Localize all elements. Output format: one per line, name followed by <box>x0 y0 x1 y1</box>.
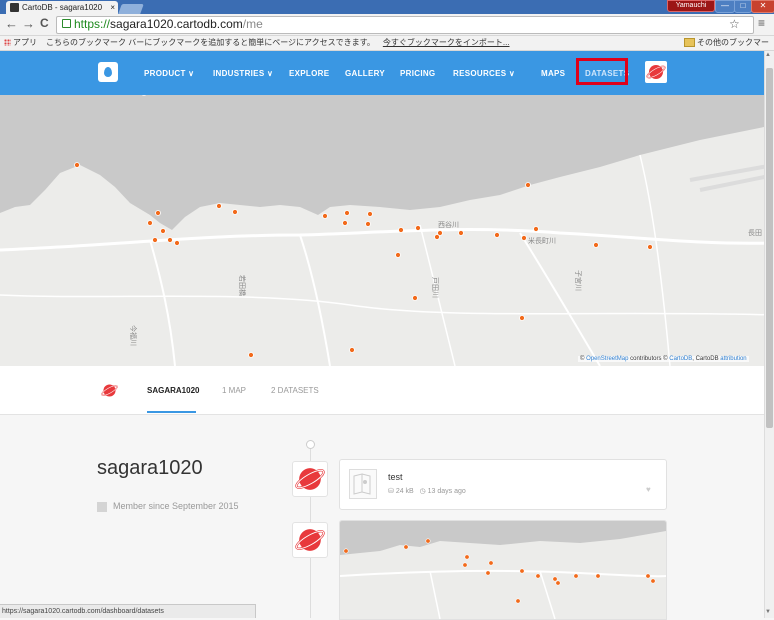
osm-link[interactable]: OpenStreetMap <box>586 356 628 362</box>
tab-maps[interactable]: 1 MAP <box>222 386 246 395</box>
cartodb-favicon-icon <box>10 3 19 13</box>
database-icon: ⛁ <box>388 488 394 495</box>
profile-badge[interactable]: Yamauchi <box>667 0 715 12</box>
dataset-updated: 13 days ago <box>427 488 466 495</box>
scroll-down-icon[interactable]: ▼ <box>765 609 771 615</box>
lock-icon <box>62 19 71 28</box>
planet-avatar-icon <box>101 384 118 397</box>
svg-text:米長町川: 米長町川 <box>528 236 556 245</box>
nav-gallery[interactable]: GALLERY <box>345 69 385 78</box>
new-tab-button[interactable] <box>118 4 144 14</box>
dataset-card[interactable] <box>339 459 667 510</box>
clock-icon: ◷ <box>419 488 426 495</box>
apps-label: アプリ <box>13 38 37 47</box>
scroll-up-icon[interactable]: ▲ <box>765 52 771 58</box>
scrollbar-thumb[interactable] <box>766 68 773 428</box>
planet-avatar-icon <box>295 468 325 490</box>
status-bar: https://sagara1020.cartodb.com/dashboard… <box>0 604 256 618</box>
attr-end: , CartoDB <box>692 356 721 362</box>
dataset-thumbnail <box>349 469 377 499</box>
browser-tab[interactable]: CartoDB - sagara1020 × <box>6 1 118 14</box>
cartodb-logo[interactable] <box>98 62 118 82</box>
attr-mid: contributors © <box>628 356 670 362</box>
tab-close-icon[interactable]: × <box>110 1 115 14</box>
folder-icon <box>684 38 695 48</box>
bookmarks-message: こちらのブックマーク バーにブックマークを追加すると簡単にページにアクセスできま… <box>46 36 510 50</box>
dataset-meta: ⛁ 24 kB ◷ 13 days ago <box>388 487 466 495</box>
user-avatar[interactable] <box>645 61 667 83</box>
tab-title: CartoDB - sagara1020 <box>22 3 103 12</box>
nav-product[interactable]: PRODUCT ∨ <box>144 69 194 78</box>
like-heart-icon[interactable]: ♥ <box>646 485 651 494</box>
maximize-button[interactable]: □ <box>734 0 752 13</box>
feed-avatar <box>292 461 328 497</box>
nav-industries[interactable]: INDUSTRIES ∨ <box>213 69 273 78</box>
nav-resources[interactable]: RESOURCES ∨ <box>453 69 515 78</box>
map-attribution: © OpenStreetMap contributors © CartoDB, … <box>578 356 749 362</box>
attribution-link[interactable]: attribution <box>720 356 746 362</box>
minimize-button[interactable]: — <box>715 0 735 13</box>
profile-avatar <box>100 381 119 400</box>
svg-text:若田橋: 若田橋 <box>238 275 247 296</box>
reload-icon[interactable]: C <box>40 16 49 30</box>
calendar-icon <box>97 501 107 512</box>
url-path: /me <box>242 17 263 31</box>
import-bookmarks-link[interactable]: 今すぐブックマークをインポート... <box>383 38 510 47</box>
svg-text:戸田川: 戸田川 <box>431 277 439 298</box>
dataset-size: 24 kB <box>395 488 414 495</box>
apps-shortcut[interactable]: アプリ <box>4 36 37 50</box>
cartodb-drop-icon <box>104 67 112 77</box>
planet-avatar-icon <box>295 529 325 551</box>
tab-user[interactable]: SAGARA1020 <box>147 386 199 395</box>
map-card[interactable] <box>339 520 667 620</box>
tab-datasets[interactable]: 2 DATASETS <box>271 386 319 395</box>
nav-maps[interactable]: MAPS <box>541 69 565 78</box>
url-scheme: https:// <box>74 17 111 31</box>
cartodb-link[interactable]: CartoDB <box>669 356 692 362</box>
map-thumbnail-icon <box>353 473 371 495</box>
apps-grid-icon <box>4 39 11 47</box>
planet-avatar-icon <box>646 65 666 79</box>
dataset-name[interactable]: test <box>388 472 403 482</box>
nav-explore[interactable]: EXPLORE <box>289 69 329 78</box>
datasets-highlight-box <box>576 58 628 85</box>
member-since: Member since September 2015 <box>97 501 239 512</box>
map-card-preview <box>340 521 666 619</box>
close-window-button[interactable]: ✕ <box>751 0 774 13</box>
nav-pricing[interactable]: PRICING <box>400 69 435 78</box>
chrome-menu-icon[interactable]: ≡ <box>758 16 765 30</box>
profile-username: sagara1020 <box>97 457 203 479</box>
timeline-start-dot <box>306 440 315 449</box>
feed-avatar <box>292 522 328 558</box>
url-host: sagara1020.cartodb.com <box>110 17 243 31</box>
member-since-text: Member since September 2015 <box>113 501 239 511</box>
bookmark-star-icon[interactable]: ☆ <box>729 17 740 31</box>
active-tab-indicator <box>147 411 196 413</box>
bookmarks-hint: こちらのブックマーク バーにブックマークを追加すると簡単にページにアクセスできま… <box>46 38 375 47</box>
back-icon[interactable]: ← <box>5 16 18 31</box>
profile-map[interactable]: 西谷川 米長町川 長田 子宮川 戸田川 今福川 若田橋 <box>0 95 774 366</box>
forward-icon[interactable]: → <box>22 16 35 31</box>
svg-text:子宮川: 子宮川 <box>574 270 583 291</box>
url-text[interactable]: https://sagara1020.cartodb.com/me <box>74 16 263 33</box>
map-canvas: 西谷川 米長町川 長田 子宮川 戸田川 今福川 若田橋 <box>0 95 774 366</box>
map-label-1: 西谷川 <box>438 220 459 229</box>
svg-text:長田: 長田 <box>748 229 762 237</box>
svg-text:今福川: 今福川 <box>129 325 138 346</box>
